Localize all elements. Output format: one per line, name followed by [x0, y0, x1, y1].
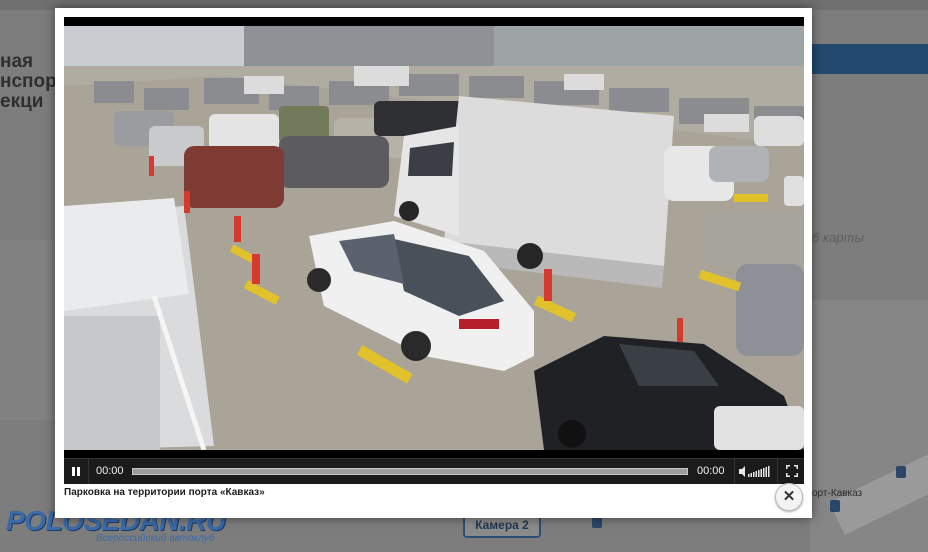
volume-level-bar: [755, 471, 757, 477]
background-sidebar: [0, 240, 60, 420]
map-marker-icon: [830, 500, 840, 512]
volume-level-bar: [763, 468, 765, 477]
map-marker-icon: [896, 466, 906, 478]
duration-time: 00:00: [697, 465, 725, 477]
video-surface[interactable]: [64, 26, 804, 450]
fullscreen-icon: [786, 465, 798, 477]
video-caption: Парковка на территории порта «Кавказ»: [64, 487, 265, 498]
volume-level-bar: [758, 470, 760, 477]
controls-divider: [777, 459, 778, 484]
volume-level-bar: [768, 466, 770, 477]
volume-level-bar: [750, 473, 752, 477]
close-button[interactable]: ✕: [775, 483, 803, 511]
volume-icon: [739, 466, 770, 477]
current-time: 00:00: [96, 465, 124, 477]
camera-feed-image: [64, 26, 804, 450]
video-player: 00:00 00:00: [64, 17, 804, 484]
volume-level-bar: [753, 472, 755, 477]
background-heading: ная нспор екци: [0, 51, 57, 112]
background-map-label: орт-Кавказ: [812, 488, 863, 499]
logo-tagline: Всероссийский автоклуб: [96, 533, 215, 544]
background-map-link-text: б карты: [812, 230, 864, 245]
play-pause-button[interactable]: [64, 459, 89, 484]
video-modal: 00:00 00:00 Парковка на территории порта…: [55, 8, 812, 518]
volume-level-bar: [765, 467, 767, 477]
volume-control[interactable]: [736, 459, 774, 484]
fullscreen-button[interactable]: [780, 459, 804, 484]
close-icon: ✕: [782, 488, 796, 505]
volume-level-bar: [760, 469, 762, 477]
seek-bar[interactable]: [132, 468, 688, 475]
controls-divider: [734, 459, 735, 484]
player-controls: 00:00 00:00: [64, 458, 804, 484]
volume-level-bar: [748, 474, 750, 477]
background-nav-bar: [810, 44, 928, 74]
